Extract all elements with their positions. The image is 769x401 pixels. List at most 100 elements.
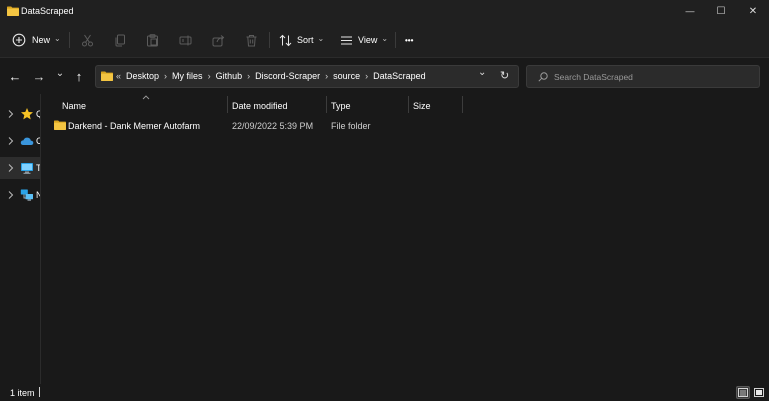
column-size[interactable]: Size: [413, 101, 431, 111]
chevron-right-icon: [8, 137, 14, 145]
column-divider[interactable]: [227, 96, 228, 113]
folder-icon: [101, 71, 113, 81]
toolbar-divider: [269, 32, 270, 48]
navigation-pane: Q C T N: [0, 94, 41, 384]
up-arrow-icon: ↑: [75, 68, 83, 84]
status-divider: [39, 387, 40, 397]
column-header: Name Date modified Type Size: [41, 94, 769, 116]
address-dropdown-icon[interactable]: ⌄: [478, 67, 486, 78]
item-count: 1 item: [10, 388, 35, 398]
close-button[interactable]: ✕: [737, 0, 769, 22]
star-icon: [21, 108, 33, 120]
minimize-button[interactable]: —: [674, 0, 706, 22]
status-bar: 1 item: [0, 384, 769, 401]
breadcrumb-separator-icon[interactable]: ›: [325, 71, 328, 81]
chevron-down-icon: ⌄: [54, 33, 61, 43]
address-bar[interactable]: « Desktop › My files › Github › Discord-…: [95, 65, 519, 88]
toolbar-divider: [395, 32, 396, 48]
toolbar-divider: [69, 32, 70, 48]
sidebar-item-label: T: [36, 163, 41, 173]
search-box[interactable]: Search DataScraped: [526, 65, 760, 88]
maximize-button[interactable]: ☐: [705, 0, 737, 22]
cloud-icon: [20, 137, 34, 145]
monitor-icon: [21, 163, 33, 174]
maximize-icon: ☐: [716, 5, 726, 17]
column-divider[interactable]: [408, 96, 409, 113]
view-label: View: [358, 35, 378, 45]
column-divider[interactable]: [326, 96, 327, 113]
recent-locations-button[interactable]: ⌄: [51, 67, 69, 85]
breadcrumb-separator-icon[interactable]: ›: [365, 71, 368, 81]
breadcrumb-separator-icon[interactable]: ›: [247, 71, 250, 81]
sidebar-item-label: N: [36, 190, 40, 200]
sort-ascending-icon: [142, 95, 150, 100]
sort-icon: [279, 34, 292, 46]
minimize-icon: —: [685, 6, 695, 16]
plus-circle-icon: [12, 33, 26, 47]
window-title: DataScraped: [21, 6, 74, 16]
forward-button[interactable]: →: [30, 67, 48, 85]
trash-icon: [246, 34, 256, 46]
paste-button[interactable]: [144, 32, 160, 48]
breadcrumb: « Desktop › My files › Github › Discord-…: [116, 71, 426, 81]
folder-icon: [7, 6, 19, 16]
title-bar: DataScraped — ☐ ✕: [0, 0, 769, 22]
breadcrumb-discord-scraper[interactable]: Discord-Scraper: [255, 71, 320, 81]
column-name[interactable]: Name: [62, 101, 86, 111]
sidebar-item-quick-access[interactable]: Q: [0, 103, 40, 125]
refresh-icon[interactable]: ↻: [500, 69, 509, 82]
sort-label: Sort: [297, 35, 314, 45]
chevron-right-icon: [8, 110, 14, 118]
column-divider[interactable]: [462, 96, 463, 113]
chevron-down-icon: ⌄: [55, 67, 65, 79]
new-label: New: [32, 35, 51, 45]
new-button[interactable]: New ⌄: [12, 22, 61, 58]
share-icon: [212, 34, 224, 46]
folder-icon: [54, 120, 66, 130]
view-list-icon: [341, 35, 352, 45]
back-button[interactable]: ←: [6, 67, 24, 85]
details-view-icon: [738, 388, 748, 397]
rename-button[interactable]: [177, 32, 193, 48]
sidebar-item-this-pc[interactable]: T: [0, 157, 41, 179]
up-button[interactable]: ↑: [70, 67, 88, 85]
network-icon: [20, 189, 33, 201]
more-icon: •••: [405, 35, 414, 45]
sort-button[interactable]: Sort ⌄: [279, 22, 324, 58]
paste-icon: [146, 33, 158, 46]
delete-button[interactable]: [243, 32, 259, 48]
share-button[interactable]: [210, 32, 226, 48]
breadcrumb-desktop[interactable]: Desktop: [126, 71, 159, 81]
view-button[interactable]: View ⌄: [340, 22, 388, 58]
file-date-modified: 22/09/2022 5:39 PM: [232, 121, 314, 131]
sidebar-item-network[interactable]: N: [0, 184, 40, 206]
close-icon: ✕: [748, 5, 758, 17]
chevron-right-icon: [8, 164, 14, 172]
search-icon: [538, 72, 548, 82]
breadcrumb-overflow-icon[interactable]: «: [116, 71, 121, 81]
chevron-right-icon: [8, 191, 14, 199]
cut-button[interactable]: [79, 32, 95, 48]
sidebar-item-onedrive[interactable]: C: [0, 130, 40, 152]
file-row[interactable]: Darkend - Dank Memer Autofarm 22/09/2022…: [48, 117, 768, 135]
column-date-modified[interactable]: Date modified: [232, 101, 288, 111]
more-options-button[interactable]: •••: [405, 22, 413, 58]
details-view-button[interactable]: [736, 386, 750, 399]
tiles-view-button[interactable]: [752, 386, 766, 399]
breadcrumb-separator-icon[interactable]: ›: [164, 71, 167, 81]
copy-icon: [115, 34, 125, 46]
sidebar-item-label: C: [36, 136, 40, 146]
file-type: File folder: [331, 121, 371, 131]
copy-button[interactable]: [112, 32, 128, 48]
column-type[interactable]: Type: [331, 101, 351, 111]
breadcrumb-github[interactable]: Github: [216, 71, 243, 81]
breadcrumb-separator-icon[interactable]: ›: [208, 71, 211, 81]
breadcrumb-my-files[interactable]: My files: [172, 71, 203, 81]
tiles-view-icon: [754, 388, 764, 397]
breadcrumb-datascraped[interactable]: DataScraped: [373, 71, 426, 81]
breadcrumb-source[interactable]: source: [333, 71, 360, 81]
rename-icon: [179, 35, 191, 45]
back-arrow-icon: ←: [8, 68, 22, 84]
chevron-down-icon: ⌄: [317, 33, 325, 43]
search-input[interactable]: Search DataScraped: [554, 72, 633, 82]
